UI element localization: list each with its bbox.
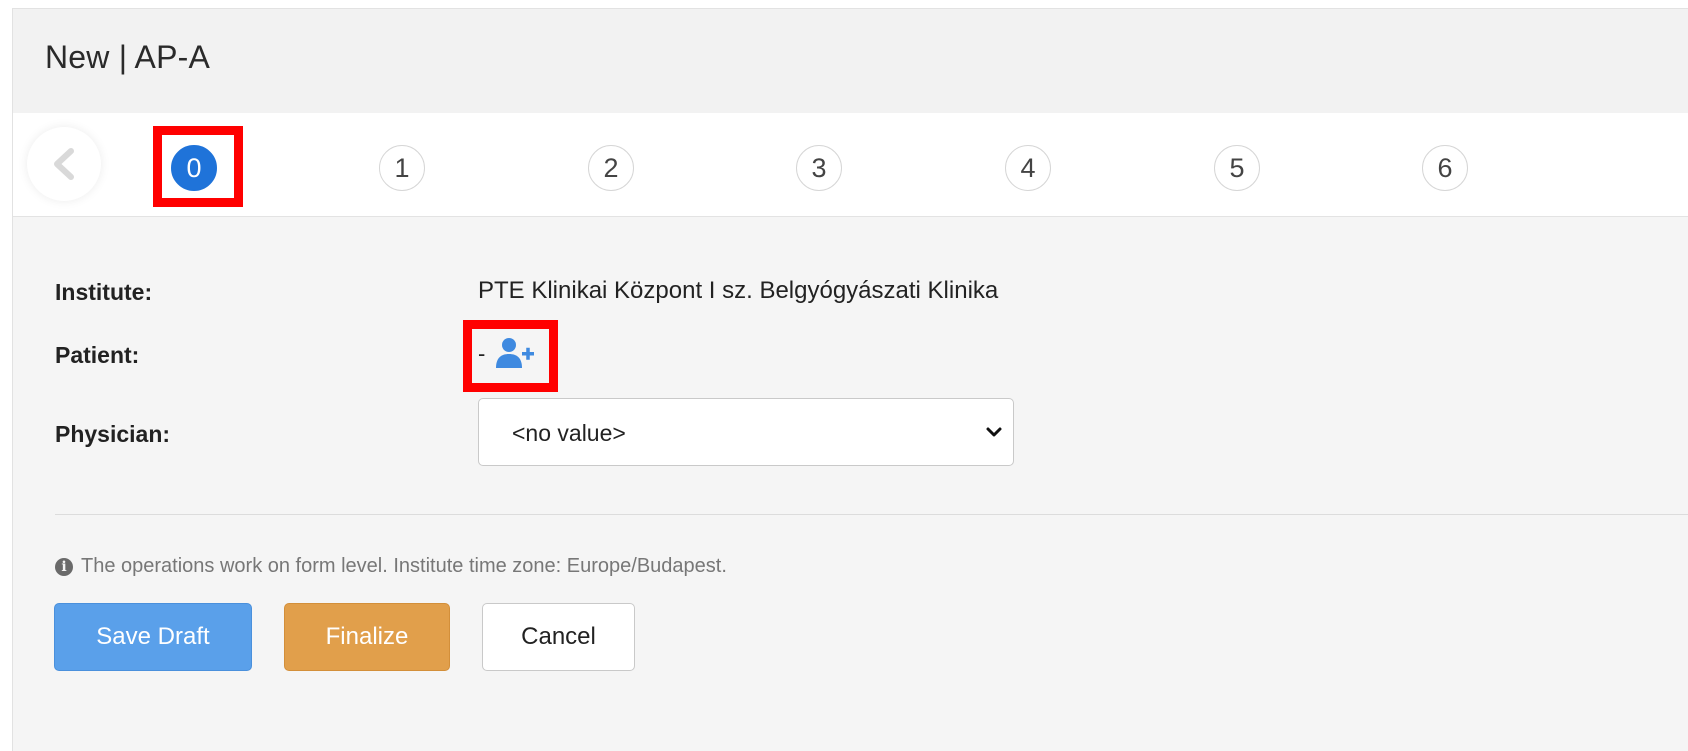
info-note-text: The operations work on form level. Insti… (81, 555, 727, 577)
step-4[interactable]: 4 (1005, 145, 1051, 191)
step-1[interactable]: 1 (379, 145, 425, 191)
step-0[interactable]: 0 (171, 145, 217, 191)
step-3[interactable]: 3 (796, 145, 842, 191)
institute-label: Institute: (55, 279, 153, 305)
finalize-button[interactable]: Finalize (284, 603, 450, 671)
chevron-down-icon (986, 427, 1002, 437)
step-6[interactable]: 6 (1422, 145, 1468, 191)
physician-label: Physician: (55, 421, 171, 447)
prev-step-button[interactable] (27, 127, 101, 201)
user-plus-icon (496, 338, 534, 368)
chevron-left-icon (54, 148, 74, 180)
step-navigator: 0 1 2 3 4 5 6 (13, 113, 1688, 217)
add-patient-button[interactable] (495, 337, 535, 369)
info-circle-icon: i (55, 558, 73, 576)
patient-value: - (478, 341, 486, 366)
page-title: New | AP-A (45, 39, 211, 75)
info-note: i The operations work on form level. Inst… (55, 555, 727, 578)
divider (55, 514, 1688, 515)
step-2[interactable]: 2 (588, 145, 634, 191)
cancel-button[interactable]: Cancel (482, 603, 635, 671)
step-5[interactable]: 5 (1214, 145, 1260, 191)
patient-label: Patient: (55, 342, 140, 368)
save-draft-button[interactable]: Save Draft (54, 603, 252, 671)
form-panel: New | AP-A 0 1 2 3 4 5 6 Institute: PTE … (12, 8, 1688, 751)
physician-select[interactable]: <no value> (478, 398, 1014, 466)
panel-header: New | AP-A (13, 9, 1688, 114)
institute-value: PTE Klinikai Központ I sz. Belgyógyászat… (478, 277, 999, 304)
physician-select-value: <no value> (512, 420, 626, 446)
